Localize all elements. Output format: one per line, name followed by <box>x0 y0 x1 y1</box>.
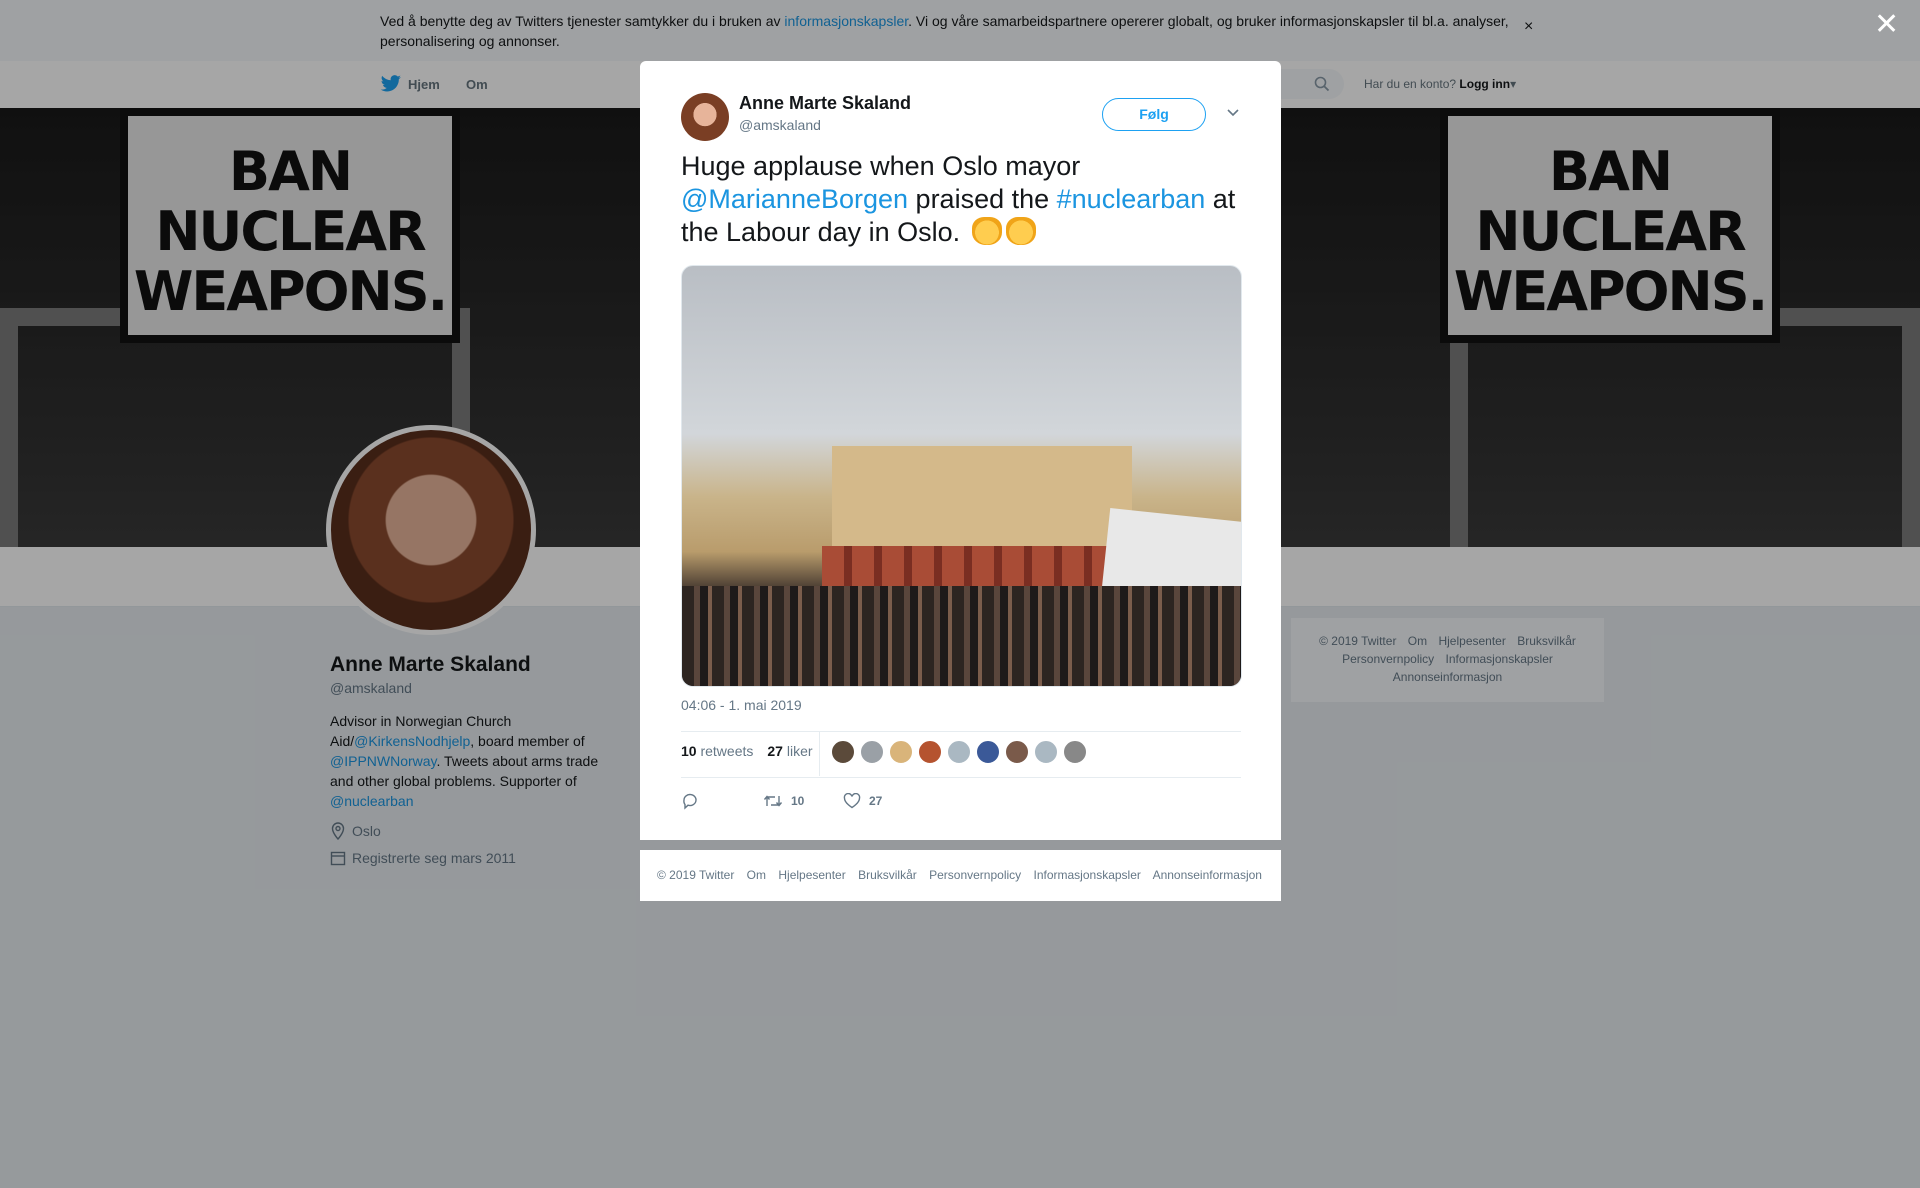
divider <box>819 732 820 776</box>
heart-icon <box>843 793 861 809</box>
modal-footer: © 2019 Twitter Om Hjelpesenter Bruksvilk… <box>640 850 1281 901</box>
reply-button[interactable] <box>681 792 763 810</box>
clapping-hands-icon <box>971 217 1002 245</box>
footer-link-about[interactable]: Om <box>747 868 766 882</box>
follow-button[interactable]: Følg <box>1102 98 1206 131</box>
tweet-photo[interactable] <box>681 265 1242 687</box>
tweet-actions: 10 27 <box>681 792 882 810</box>
chevron-down-icon[interactable] <box>1226 105 1240 119</box>
liker-avatar[interactable] <box>1034 740 1058 764</box>
liker-avatar[interactable] <box>976 740 1000 764</box>
clapping-hands-icon <box>1005 217 1036 245</box>
tweet-author-name[interactable]: Anne Marte Skaland <box>739 93 911 114</box>
tweet-modal: Anne Marte Skaland @amskaland Følg Huge … <box>640 61 1281 840</box>
like-stat[interactable]: 27 liker <box>767 743 812 759</box>
retweet-icon <box>763 795 783 807</box>
close-icon[interactable]: ✕ <box>1874 10 1899 40</box>
liker-avatars <box>831 740 1087 764</box>
liker-avatar[interactable] <box>918 740 942 764</box>
like-label: liker <box>786 743 813 759</box>
photo-crowd <box>682 586 1241 686</box>
like-count: 27 <box>767 743 783 759</box>
tweet-text: Huge applause when Oslo mayor @MarianneB… <box>681 150 1241 249</box>
liker-avatar[interactable] <box>831 740 855 764</box>
retweet-action-count: 10 <box>791 794 805 808</box>
reply-icon <box>683 793 697 810</box>
liker-avatar[interactable] <box>1005 740 1029 764</box>
like-button[interactable]: 27 <box>843 793 882 809</box>
divider <box>681 731 1241 732</box>
footer-link-cookies[interactable]: Informasjonskapsler <box>1034 868 1141 882</box>
liker-avatar[interactable] <box>947 740 971 764</box>
retweet-button[interactable]: 10 <box>763 793 843 809</box>
tweet-timestamp[interactable]: 04:06 - 1. mai 2019 <box>681 697 802 713</box>
tweet-author-handle[interactable]: @amskaland <box>739 117 821 133</box>
tweet-mention-link[interactable]: @MarianneBorgen <box>681 184 908 214</box>
tweet-author-avatar[interactable] <box>681 93 729 141</box>
retweet-count: 10 <box>681 743 697 759</box>
footer-link-help[interactable]: Hjelpesenter <box>778 868 845 882</box>
like-action-count: 27 <box>869 794 883 808</box>
divider <box>681 777 1241 778</box>
tweet-text-part: Huge applause when Oslo mayor <box>681 151 1081 181</box>
tweet-stats: 10 retweets 27 liker <box>681 743 813 759</box>
footer-link-terms[interactable]: Bruksvilkår <box>858 868 917 882</box>
tweet-hashtag-link[interactable]: #nuclearban <box>1057 184 1206 214</box>
liker-avatar[interactable] <box>889 740 913 764</box>
footer-copyright: © 2019 Twitter <box>657 868 735 882</box>
retweet-stat[interactable]: 10 retweets <box>681 743 753 759</box>
retweet-label: retweets <box>700 743 754 759</box>
liker-avatar[interactable] <box>860 740 884 764</box>
tweet-text-part: praised the <box>908 184 1057 214</box>
footer-link-ads-info[interactable]: Annonseinformasjon <box>1153 868 1262 882</box>
liker-avatar[interactable] <box>1063 740 1087 764</box>
footer-link-privacy[interactable]: Personvernpolicy <box>929 868 1021 882</box>
